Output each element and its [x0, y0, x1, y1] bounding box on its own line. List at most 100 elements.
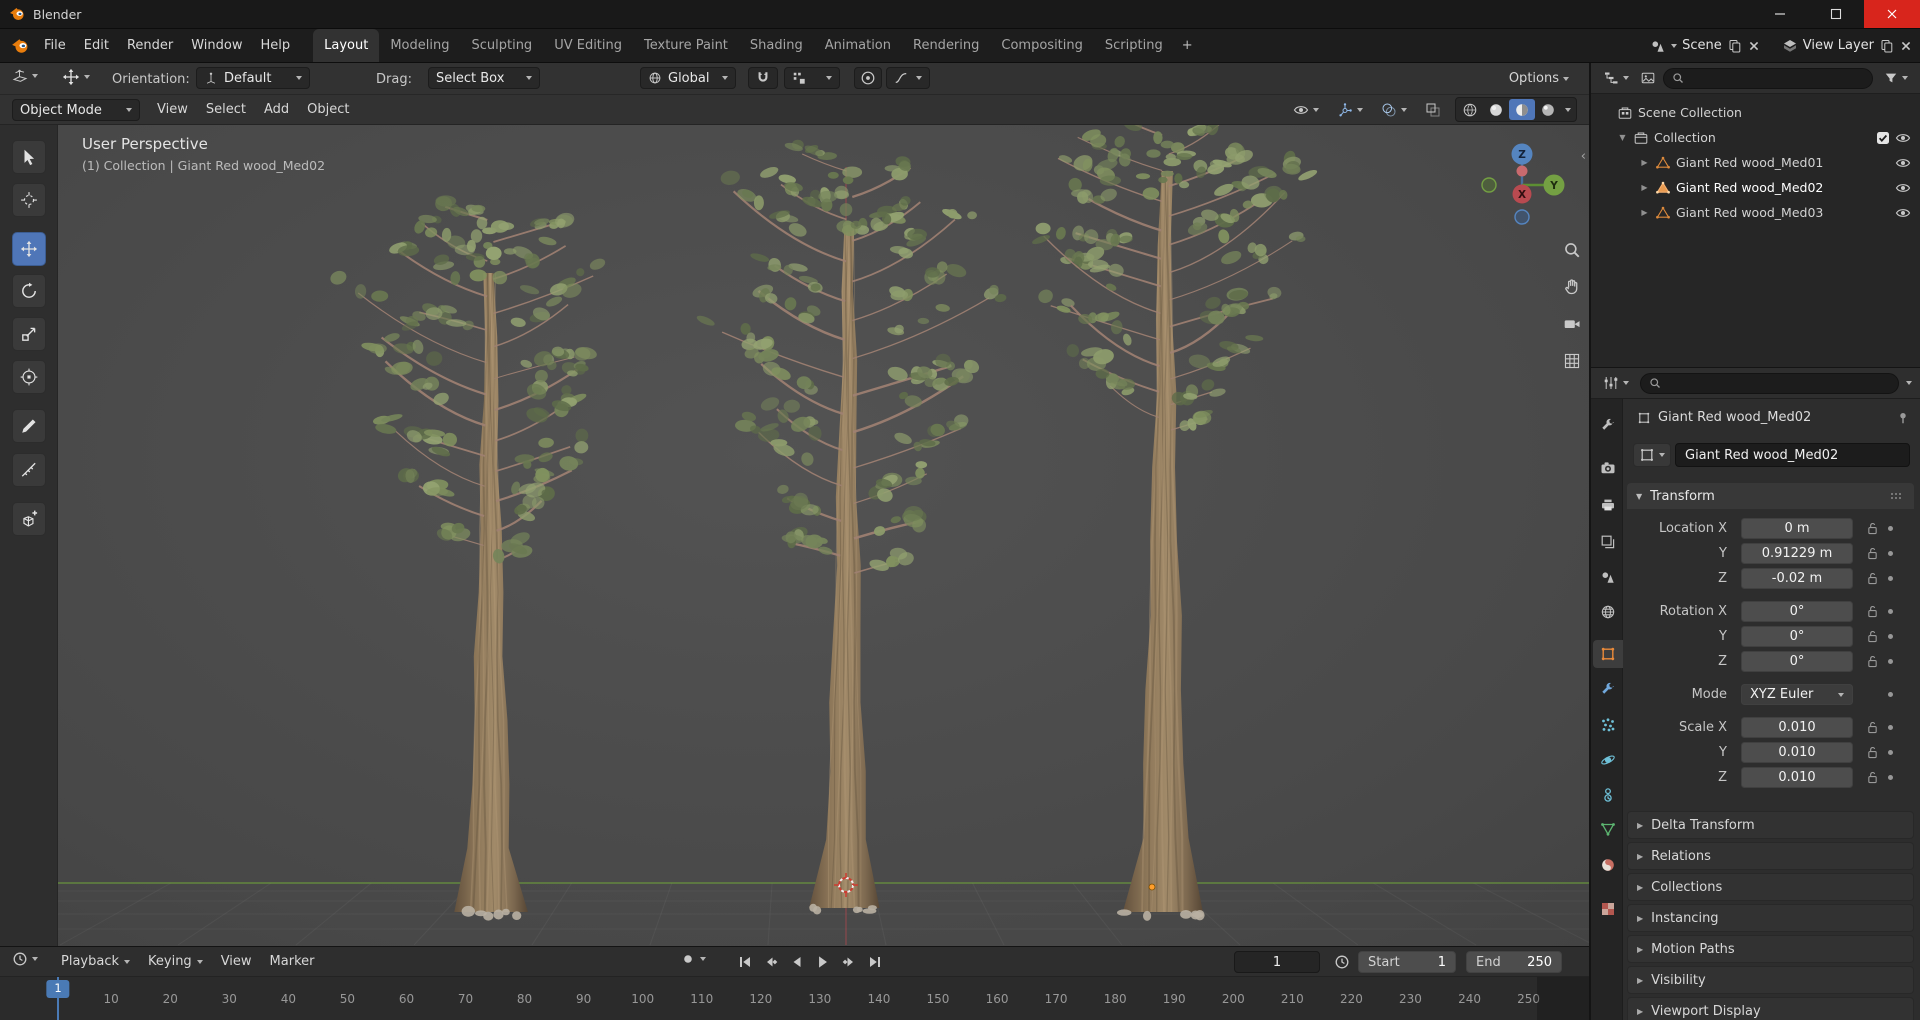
show-gizmo-button[interactable]	[1333, 102, 1367, 118]
panel-section-instancing[interactable]: ▶ Instancing	[1627, 904, 1914, 932]
select-box-tool-button[interactable]	[12, 140, 46, 174]
properties-tab-object[interactable]	[1593, 640, 1623, 668]
workspace-tab-uv-editing[interactable]: UV Editing	[543, 29, 633, 62]
scene-selector[interactable]: Scene	[1650, 38, 1722, 54]
transform-tool-button[interactable]	[12, 360, 46, 394]
outliner-editor-type-button[interactable]	[1599, 70, 1633, 86]
workspace-tab-texture-paint[interactable]: Texture Paint	[633, 29, 739, 62]
properties-tab-constraints[interactable]	[1593, 781, 1623, 809]
playhead-frame-badge[interactable]: 1	[46, 980, 70, 998]
outliner-row[interactable]: ▼ Collection	[1591, 125, 1920, 150]
mode-dropdown[interactable]: Object Mode	[12, 99, 140, 121]
properties-tab-texture[interactable]	[1593, 895, 1623, 923]
object-type-visibility-button[interactable]	[1289, 102, 1323, 118]
camera-view-icon[interactable]	[1563, 315, 1581, 333]
jump-to-start-button[interactable]	[732, 951, 757, 973]
menu-help[interactable]: Help	[252, 38, 300, 53]
number-field[interactable]: 0.010	[1741, 717, 1853, 738]
menu-add[interactable]: Add	[255, 102, 298, 117]
workspace-tab-animation[interactable]: Animation	[814, 29, 902, 62]
properties-search-input[interactable]	[1640, 372, 1899, 394]
number-field[interactable]: 0 m	[1741, 518, 1853, 539]
animate-decorator[interactable]	[1887, 775, 1893, 780]
object-name-input[interactable]	[1675, 443, 1910, 467]
hide-in-viewport-eye-icon[interactable]	[1895, 180, 1911, 196]
orientation-dropdown[interactable]: Default	[196, 67, 310, 89]
display-mode-icon[interactable]	[1640, 70, 1656, 86]
outliner-row[interactable]: ▶ Giant Red wood_Med02	[1591, 175, 1920, 200]
panel-section-collections[interactable]: ▶ Collections	[1627, 873, 1914, 901]
animate-decorator[interactable]	[1887, 576, 1893, 581]
properties-tab-scene[interactable]	[1593, 563, 1623, 591]
number-field[interactable]: -0.02 m	[1741, 568, 1853, 589]
active-tool-button[interactable]	[58, 68, 94, 86]
properties-editor-type-button[interactable]	[1599, 375, 1633, 391]
toggle-xray-button[interactable]	[1421, 102, 1445, 118]
number-field[interactable]: 0.010	[1741, 767, 1853, 788]
view-layer-selector[interactable]: View Layer	[1782, 38, 1874, 54]
menu-edit[interactable]: Edit	[75, 38, 118, 53]
outliner-search-input[interactable]	[1663, 67, 1873, 89]
menu-view[interactable]: View	[212, 954, 261, 969]
pan-hand-icon[interactable]	[1563, 278, 1581, 296]
panel-section-motion-paths[interactable]: ▶ Motion Paths	[1627, 935, 1914, 963]
add-workspace-button[interactable]: +	[1174, 29, 1201, 62]
panel-section-relations[interactable]: ▶ Relations	[1627, 842, 1914, 870]
menu-playback[interactable]: Playback	[52, 954, 139, 969]
close-button[interactable]	[1864, 0, 1920, 28]
rotate-tool-button[interactable]	[12, 274, 46, 308]
add-cube-tool-button[interactable]	[12, 502, 46, 536]
new-view-layer-icon[interactable]	[1880, 39, 1894, 53]
outliner-row[interactable]: ▶ Giant Red wood_Med03	[1591, 200, 1920, 225]
prev-keyframe-button[interactable]	[758, 951, 783, 973]
drag-dropdown[interactable]: Select Box	[428, 67, 540, 89]
lock-open-icon[interactable]	[1867, 630, 1878, 643]
outliner-row[interactable]: ▶ Giant Red wood_Med01	[1591, 150, 1920, 175]
grip-icon[interactable]	[1889, 491, 1905, 501]
zoom-icon[interactable]	[1563, 241, 1581, 259]
lock-open-icon[interactable]	[1867, 605, 1878, 618]
shading-rendered-button[interactable]	[1535, 99, 1561, 120]
lock-open-icon[interactable]	[1867, 572, 1878, 585]
menu-select[interactable]: Select	[197, 102, 255, 117]
number-field[interactable]: 0°	[1741, 626, 1853, 647]
timeline-editor-type-button[interactable]	[8, 951, 42, 967]
properties-tab-world[interactable]	[1593, 598, 1623, 626]
properties-tab-render[interactable]	[1593, 454, 1623, 482]
expander-icon[interactable]: ▼	[1617, 133, 1628, 142]
properties-tab-physics[interactable]	[1593, 746, 1623, 774]
sidebar-toggle-arrow[interactable]: ‹	[1581, 149, 1586, 164]
lock-open-icon[interactable]	[1867, 771, 1878, 784]
show-overlays-button[interactable]	[1377, 102, 1411, 118]
end-frame-field[interactable]: End 250	[1466, 951, 1562, 973]
shading-options-caret[interactable]	[1565, 107, 1571, 112]
workspace-tab-layout[interactable]: Layout	[313, 29, 380, 62]
hide-in-viewport-eye-icon[interactable]	[1895, 205, 1911, 221]
number-field[interactable]: 0.91229 m	[1741, 543, 1853, 564]
editor-type-button[interactable]	[8, 68, 42, 84]
hide-in-viewport-eye-icon[interactable]	[1895, 130, 1911, 146]
play-reverse-button[interactable]	[784, 951, 809, 973]
workspace-tab-scripting[interactable]: Scripting	[1094, 29, 1174, 62]
lock-open-icon[interactable]	[1867, 721, 1878, 734]
animate-decorator[interactable]	[1887, 551, 1893, 556]
menu-view[interactable]: View	[148, 102, 197, 117]
play-button[interactable]	[810, 951, 835, 973]
minimize-button[interactable]	[1752, 0, 1808, 28]
workspace-tab-modeling[interactable]: Modeling	[379, 29, 460, 62]
shading-solid-button[interactable]	[1483, 99, 1509, 120]
filter-button[interactable]	[1880, 71, 1912, 85]
workspace-tab-rendering[interactable]: Rendering	[902, 29, 990, 62]
playback-sync-clock-icon[interactable]	[1334, 954, 1350, 970]
3d-viewport[interactable]: User Perspective (1) Collection | Giant …	[0, 125, 1589, 946]
gizmo-neg-y[interactable]	[1481, 177, 1497, 193]
menu-file[interactable]: File	[35, 38, 75, 53]
shading-wireframe-button[interactable]	[1457, 99, 1483, 120]
remove-view-layer-icon[interactable]	[1900, 40, 1912, 52]
object-id-dropdown[interactable]	[1633, 443, 1671, 467]
hide-in-viewport-eye-icon[interactable]	[1895, 155, 1911, 171]
expander-icon[interactable]: ▶	[1639, 158, 1650, 167]
workspace-tab-compositing[interactable]: Compositing	[990, 29, 1094, 62]
panel-section-viewport-display[interactable]: ▶ Viewport Display	[1627, 997, 1914, 1020]
options-button[interactable]: Options	[1505, 71, 1573, 86]
